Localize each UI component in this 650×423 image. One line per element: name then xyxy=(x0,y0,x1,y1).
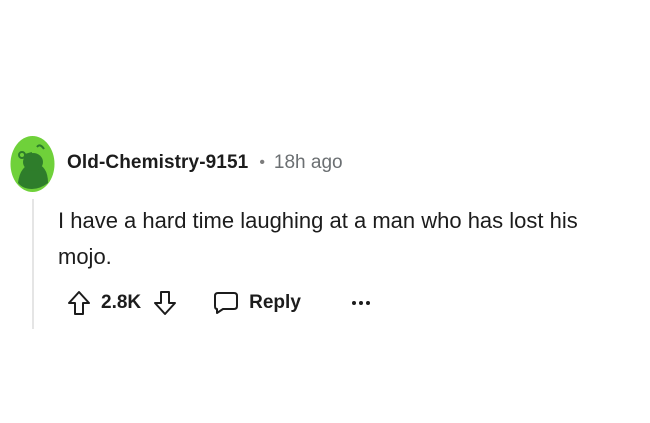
username[interactable]: Old-Chemistry-9151 xyxy=(67,152,248,174)
upvote-arrow-icon[interactable] xyxy=(67,290,91,316)
comment-body: I have a hard time laughing at a man who… xyxy=(58,208,578,269)
thread-line[interactable] xyxy=(32,199,34,329)
ellipsis-icon xyxy=(351,301,370,305)
comment-meta: Old-Chemistry-9151 • 18h ago xyxy=(67,152,343,174)
downvote-arrow-icon[interactable] xyxy=(153,290,177,316)
comment-actions: 2.8K Reply xyxy=(67,288,371,318)
comment: Old-Chemistry-9151 • 18h ago I have a ha… xyxy=(10,135,630,335)
reply-button[interactable]: Reply xyxy=(213,291,301,315)
timestamp[interactable]: 18h ago xyxy=(274,152,343,174)
speech-bubble-icon xyxy=(213,291,239,315)
avatar[interactable] xyxy=(10,135,55,193)
reply-label: Reply xyxy=(249,292,301,313)
vote-count: 2.8K xyxy=(101,292,142,313)
snoo-avatar-icon xyxy=(10,136,55,192)
more-options-button[interactable] xyxy=(351,288,371,318)
meta-separator: • xyxy=(259,154,265,171)
